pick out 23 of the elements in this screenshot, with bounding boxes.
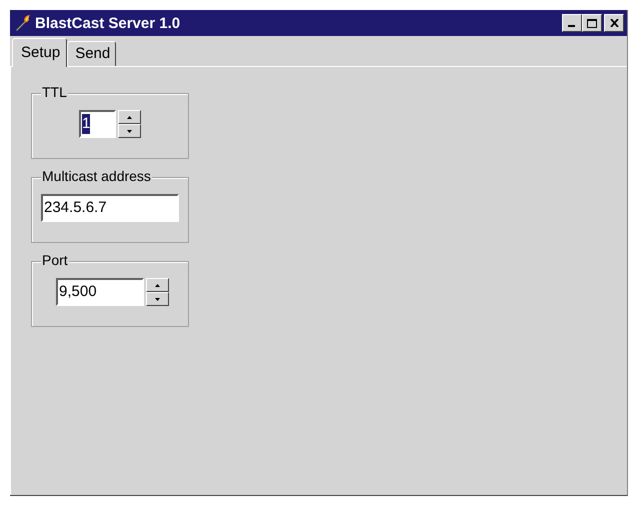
spin-down-button[interactable] — [146, 292, 169, 306]
input-field[interactable]: 234.5.6.7 — [41, 194, 179, 222]
up-arrow-icon — [155, 284, 160, 286]
window-title: BlastCast Server 1.0 — [35, 14, 182, 32]
up-arrow-icon — [127, 116, 132, 118]
maximize-button[interactable] — [582, 14, 602, 32]
spin-up-button[interactable] — [118, 110, 141, 124]
spin-up-button[interactable] — [146, 278, 169, 292]
tab[interactable]: Setup — [12, 38, 68, 67]
down-arrow-icon — [127, 130, 132, 132]
torch-icon — [14, 14, 32, 32]
close-icon — [610, 19, 618, 27]
minimize-button[interactable] — [562, 14, 582, 32]
maximize-icon — [587, 18, 597, 28]
close-button[interactable] — [604, 14, 624, 32]
group-label: TTL — [41, 84, 68, 100]
group-label: Multicast address — [41, 168, 152, 184]
tab[interactable]: Send — [67, 41, 116, 66]
input-field[interactable]: 1 — [79, 110, 116, 138]
down-arrow-icon — [155, 298, 160, 300]
group-label: Port — [41, 252, 69, 268]
input-field[interactable]: 9,500 — [56, 278, 144, 306]
spin-down-button[interactable] — [118, 124, 141, 138]
